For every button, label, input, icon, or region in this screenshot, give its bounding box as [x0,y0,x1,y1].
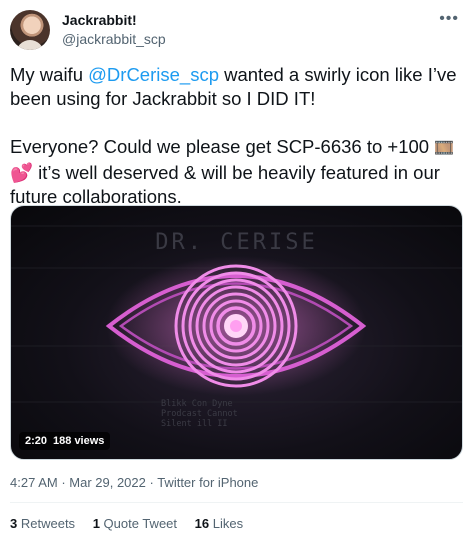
video-player[interactable]: DR. CERISE Blikk Con Dyne Prodcast Canno… [10,205,463,460]
avatar[interactable] [10,10,50,50]
retweets-label: Retweets [20,516,76,531]
video-title-text: DR. CERISE [155,230,318,255]
avatar-figure [16,40,44,50]
video-caption: Blikk Con Dyne Prodcast Cannot Silent il… [161,399,361,429]
tweet-date[interactable]: Mar 29, 2022 [58,475,146,490]
tweet-text-segment: it’s well deserved & will be heavily fea… [10,162,440,207]
tweet-paragraph-2: Everyone? Could we please get SCP-6636 t… [10,135,460,209]
likes-count: 16 [194,516,210,531]
video-duration: 2:20 [25,435,48,447]
tweet-time[interactable]: 4:27 AM [10,475,58,490]
film-frames-icon: 🎞️ [434,140,455,157]
quotes-count: 1 [92,516,100,531]
quotes-label: Quote Tweet [103,516,178,531]
likes-stat[interactable]: 16 Likes [195,516,243,531]
tweet-meta: 4:27 AMMar 29, 2022Twitter for iPhone [10,475,258,490]
mention-link[interactable]: @DrCerise_scp [88,64,219,85]
tweet-paragraph-1: My waifu @DrCerise_scp wanted a swirly i… [10,63,460,111]
video-caption-line: Prodcast Cannot [161,409,238,419]
divider [10,502,463,503]
video-views: 188 views [53,435,105,447]
tweet-text-segment: My waifu [10,64,89,85]
eye-pupil-core [230,320,242,332]
retweets-stat[interactable]: 3 Retweets [10,516,75,531]
two-hearts-icon: 💕 [10,162,34,183]
tweet-source[interactable]: Twitter for iPhone [146,475,258,490]
tweet-text: My waifu @DrCerise_scp wanted a swirly i… [10,63,460,209]
tweet-text-segment: Everyone? Could we please get SCP-6636 t… [10,136,435,157]
tweet-header: Jackrabbit! @jackrabbit_scp ••• [10,8,463,52]
quotes-stat[interactable]: 1 Quote Tweet [93,516,177,531]
engagement-stats: 3 Retweets 1 Quote Tweet 16 Likes [10,516,257,531]
video-caption-line: Silent ill II [161,419,228,429]
video-info-badge: 2:20 188 views [19,432,111,450]
retweets-count: 3 [10,516,18,531]
author-name[interactable]: Jackrabbit! [62,12,137,28]
more-horizontal-icon[interactable]: ••• [439,10,459,28]
video-caption-line: Blikk Con Dyne [161,399,233,409]
author-handle[interactable]: @jackrabbit_scp [62,31,166,47]
likes-label: Likes [212,516,244,531]
